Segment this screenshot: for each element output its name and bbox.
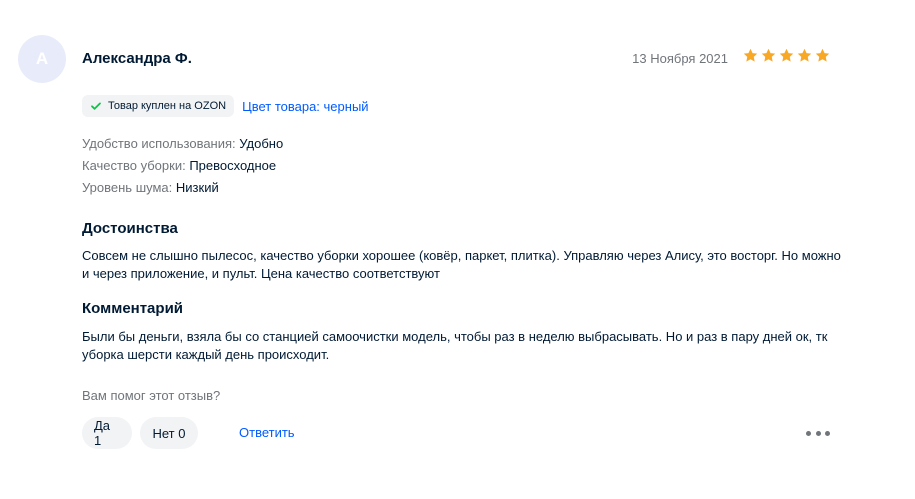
dot bbox=[806, 430, 811, 436]
helpful-yes-button[interactable]: Да 1 bbox=[82, 417, 132, 449]
more-options-icon[interactable] bbox=[806, 425, 830, 441]
star-icon bbox=[815, 48, 830, 62]
property-row: Уровень шума: Низкий bbox=[82, 177, 283, 199]
rating-stars bbox=[742, 47, 831, 64]
property-key: Уровень шума: bbox=[82, 180, 173, 195]
avatar: А bbox=[18, 35, 66, 83]
reply-link[interactable]: Ответить bbox=[239, 425, 295, 440]
product-color-link[interactable]: Цвет товара: черный bbox=[242, 99, 368, 114]
property-value: Превосходное bbox=[189, 158, 277, 173]
star-icon bbox=[743, 48, 758, 62]
property-row: Удобство использования: Удобно bbox=[82, 133, 283, 155]
purchased-badge: Товар куплен на OZON bbox=[82, 95, 235, 117]
review-properties: Удобство использования: Удобно Качество … bbox=[82, 133, 283, 199]
pros-title: Достоинства bbox=[82, 220, 178, 237]
avatar-letter: А bbox=[35, 49, 49, 68]
author-name[interactable]: Александра Ф. bbox=[82, 50, 192, 67]
review-date: 13 Ноября 2021 bbox=[632, 51, 728, 66]
helpful-question: Вам помог этот отзыв? bbox=[82, 388, 221, 403]
purchased-badge-label: Товар куплен на OZON bbox=[108, 100, 227, 112]
comment-text: Были бы деньги, взяла бы со станцией сам… bbox=[82, 329, 828, 362]
property-value: Удобно bbox=[239, 136, 284, 151]
comment-title: Комментарий bbox=[82, 300, 184, 317]
review-tags: Товар куплен на OZON Цвет товара: черный bbox=[82, 95, 369, 117]
star-icon bbox=[797, 48, 812, 62]
dot bbox=[825, 430, 830, 436]
star-icon bbox=[779, 48, 794, 62]
check-icon bbox=[91, 102, 101, 110]
property-key: Качество уборки: bbox=[82, 158, 186, 173]
pros-text: Совсем не слышно пылесос, качество уборк… bbox=[82, 248, 841, 281]
property-value: Низкий bbox=[175, 180, 219, 195]
property-row: Качество уборки: Превосходное bbox=[82, 155, 283, 177]
property-key: Удобство использования: bbox=[82, 136, 236, 151]
dot bbox=[815, 430, 821, 436]
star-icon bbox=[761, 48, 776, 62]
helpful-no-button[interactable]: Нет 0 bbox=[140, 417, 198, 449]
helpful-no-label: Нет 0 bbox=[152, 425, 186, 441]
helpful-yes-label: Да 1 bbox=[94, 418, 111, 448]
